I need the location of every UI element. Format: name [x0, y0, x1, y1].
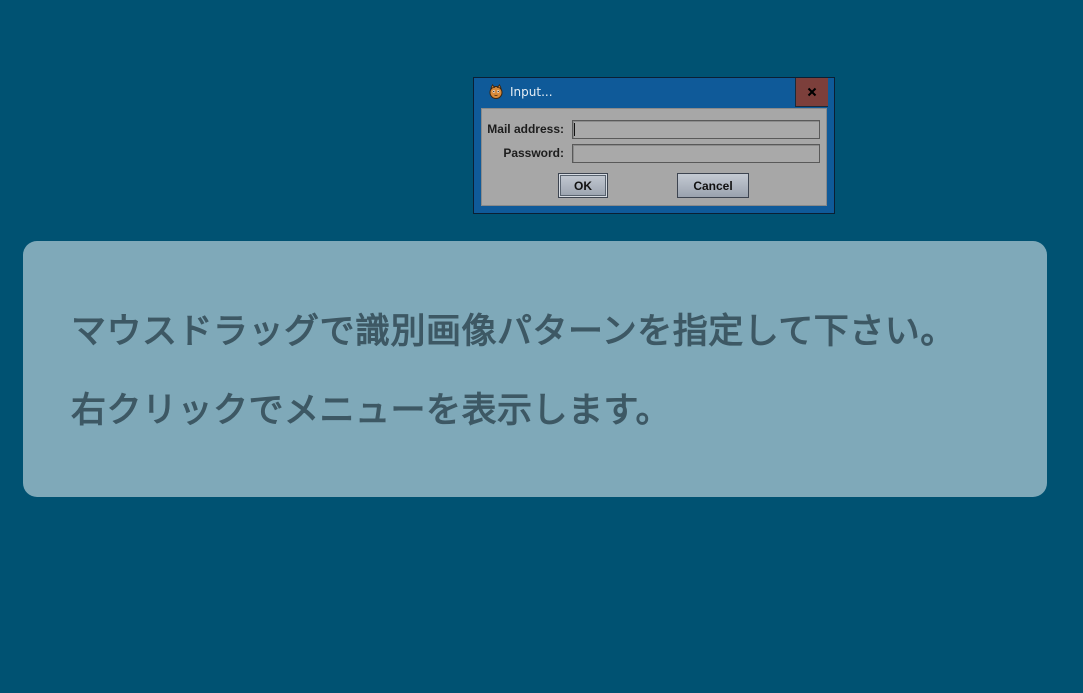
instruction-drag-text: マウスドラッグで識別画像パターンを指定して下さい。: [71, 312, 956, 352]
ok-button[interactable]: OK: [558, 173, 608, 198]
input-dialog: Input... Mail address: Password: OK Canc…: [473, 77, 835, 214]
app-cat-icon: [488, 84, 504, 100]
instruction-panel: マウスドラッグで識別画像パターンを指定して下さい。 右クリックでメニューを表示し…: [23, 241, 1047, 497]
text-caret: [574, 123, 575, 136]
desktop: Input... Mail address: Password: OK Canc…: [0, 0, 1083, 693]
mail-address-field[interactable]: [572, 120, 820, 139]
close-button[interactable]: [795, 78, 828, 107]
password-label: Password:: [503, 146, 564, 160]
password-field[interactable]: [572, 144, 820, 163]
close-icon: [807, 87, 817, 97]
dialog-content: Mail address: Password: OK Cancel: [481, 108, 827, 206]
mail-address-label: Mail address:: [487, 122, 564, 136]
instruction-menu-text: 右クリックでメニューを表示します。: [71, 391, 672, 431]
cancel-button[interactable]: Cancel: [677, 173, 749, 198]
dialog-titlebar[interactable]: Input...: [474, 78, 834, 108]
dialog-title: Input...: [510, 85, 553, 99]
